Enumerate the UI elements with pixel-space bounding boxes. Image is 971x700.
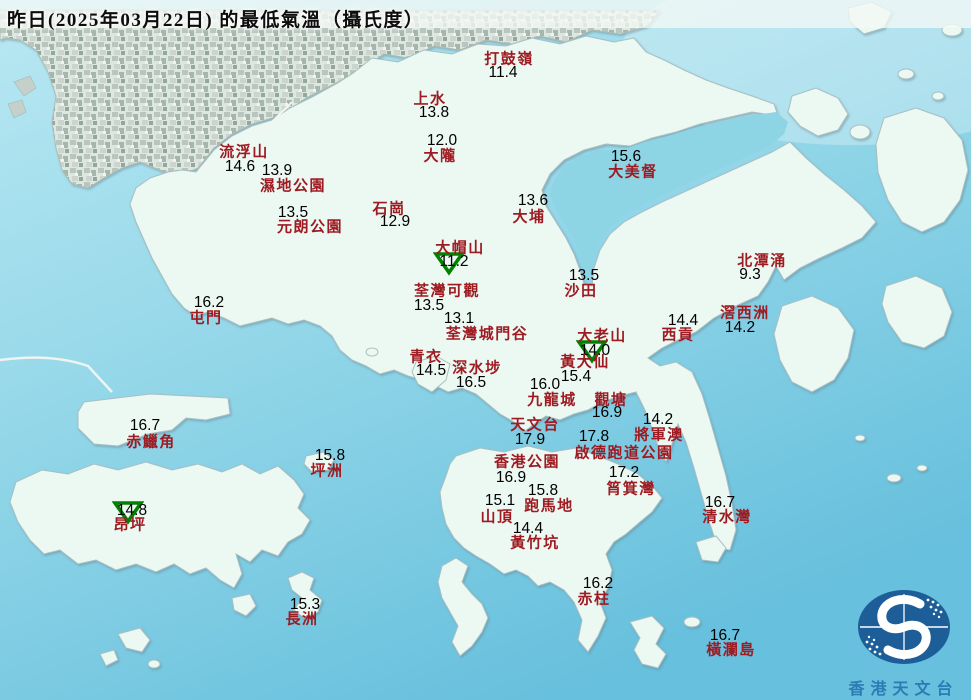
hko-logo-name-cn: 香港天文台	[848, 681, 959, 698]
hko-logo: 香港天文台 HONG KONG OBSERVATORY	[836, 586, 971, 700]
station-label: 天文台	[510, 417, 560, 434]
station-label: 黃大仙	[560, 354, 610, 371]
station-label: 山頂	[480, 509, 514, 526]
station-label: 香港公園	[493, 454, 561, 471]
station-label: 上水	[413, 91, 447, 108]
station-label: 青衣	[409, 349, 443, 366]
station-label: 大隴	[423, 148, 457, 165]
station-label: 大帽山	[435, 240, 485, 257]
station-label: 橫瀾島	[706, 642, 756, 659]
station-label: 啟德跑道公園	[574, 445, 674, 462]
station-label: 流浮山	[219, 144, 269, 161]
station-label: 長洲	[285, 611, 319, 628]
station-label: 荃灣可觀	[413, 283, 481, 300]
hko-logo-icon	[858, 590, 950, 664]
stations-layer: 11.4 打鼓嶺 13.8 上水 12.0 大隴 15.6 大美督 14.6 流浮山 13.9 濕地公…	[0, 0, 971, 700]
station-label: 滘西洲	[720, 305, 770, 322]
hko-min-temperature-map: 昨日(2025年03月22日) 的最低氣溫（攝氏度） 11.4 打鼓嶺 13.8 上水…	[0, 0, 971, 700]
station-label: 大美督	[608, 164, 658, 181]
station-label: 大老山	[577, 328, 627, 345]
station-label: 黃竹坑	[510, 535, 560, 552]
station-label: 觀塘	[594, 392, 628, 409]
station-label: 坪洲	[310, 463, 344, 480]
station-label: 元朗公園	[276, 219, 344, 236]
station-label: 屯門	[189, 310, 223, 327]
station-label: 濕地公園	[259, 178, 327, 195]
station-label: 赤鱲角	[126, 434, 176, 451]
station-label: 九龍城	[527, 392, 577, 409]
station-label: 沙田	[564, 283, 598, 300]
station-label: 荃灣城門谷	[445, 326, 529, 343]
station-label: 清水灣	[702, 509, 752, 526]
station-label: 北潭涌	[737, 253, 787, 270]
station-label: 打鼓嶺	[484, 51, 534, 68]
station-label: 跑馬地	[524, 498, 574, 515]
station-label: 筲箕灣	[606, 481, 656, 498]
station-label: 昂坪	[113, 517, 147, 534]
station-value: 16.9	[495, 469, 527, 486]
station-label: 深水埗	[452, 360, 502, 377]
station-label: 石崗	[372, 201, 406, 218]
station-label: 西貢	[661, 327, 695, 344]
station-label: 大埔	[512, 209, 546, 226]
station-label: 赤柱	[577, 591, 611, 608]
